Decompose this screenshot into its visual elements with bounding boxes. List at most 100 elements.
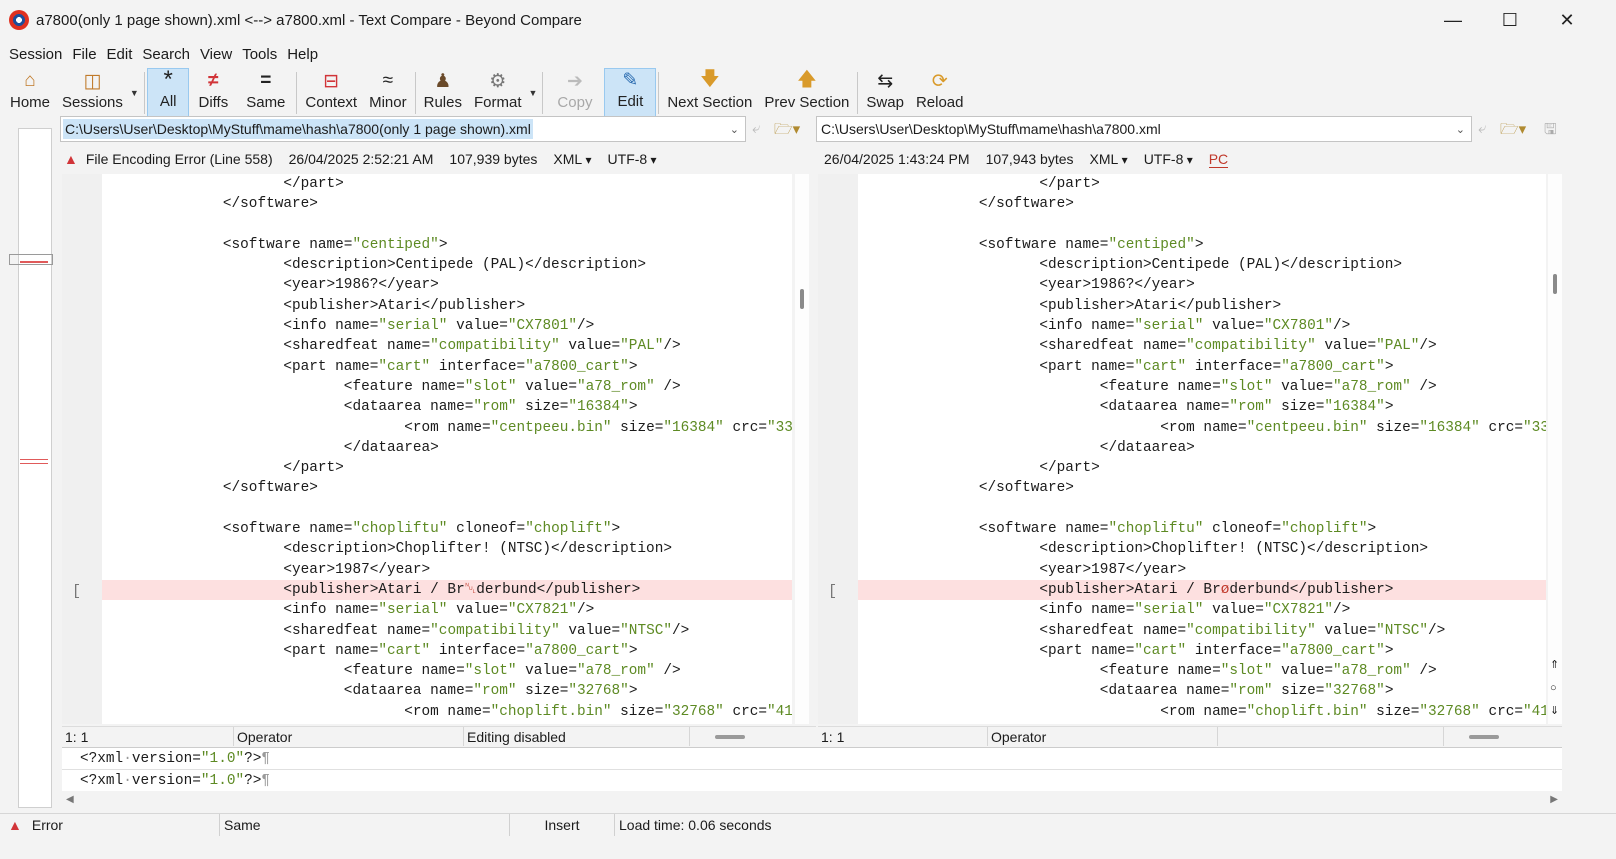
code-line[interactable]: <publisher>Atari</publisher> (858, 296, 1546, 316)
code-line[interactable] (858, 215, 1546, 235)
code-line[interactable]: <description>Centipede (PAL)</descriptio… (858, 255, 1546, 275)
menu-file[interactable]: File (67, 46, 101, 63)
open-folder-icon[interactable]: 🗁▾ (1500, 119, 1526, 144)
code-line[interactable]: <software name="centiped"> (102, 235, 792, 255)
code-line[interactable]: <rom name="choplift.bin" size="32768" cr… (102, 702, 792, 722)
encoding-error-text[interactable]: File Encoding Error (Line 558) (86, 151, 273, 167)
code-line[interactable]: <rom name="choplift.bin" size="32768" cr… (858, 702, 1546, 722)
copy-button[interactable]: ➔ Copy (545, 68, 604, 118)
next-diff-icon[interactable]: ⇓ (1550, 704, 1559, 717)
scroll-left-icon[interactable]: ◀ (66, 794, 74, 805)
overview-viewport[interactable] (9, 254, 53, 265)
code-line[interactable]: <dataarea name="rom" size="32768"> (858, 681, 1546, 701)
code-line[interactable]: <dataarea name="rom" size="16384"> (858, 397, 1546, 417)
minor-button[interactable]: ≈ Minor (363, 68, 413, 118)
scroll-thumb[interactable] (1553, 274, 1557, 294)
right-format-dropdown[interactable]: XML (1090, 151, 1128, 167)
copy-path-icon[interactable]: ⤶ (752, 120, 760, 137)
code-line[interactable]: <info name="serial" value="CX7801"/> (102, 316, 792, 336)
overview-track[interactable] (18, 128, 52, 808)
swap-button[interactable]: ⇆ Swap (860, 68, 910, 118)
thumbnail-overview[interactable] (0, 118, 60, 813)
same-filter-button[interactable]: = Same (237, 68, 294, 118)
save-icon[interactable]: 🖫 (1544, 119, 1557, 144)
code-line[interactable]: <year>1986?</year> (858, 275, 1546, 295)
code-line[interactable]: <feature name="slot" value="a78_rom" /> (102, 661, 792, 681)
code-line[interactable]: <info name="serial" value="CX7801"/> (858, 316, 1546, 336)
format-dropdown-icon[interactable]: ▼ (526, 88, 541, 98)
scroll-thumb[interactable] (800, 289, 804, 309)
code-line[interactable]: <sharedfeat name="compatibility" value="… (858, 621, 1546, 641)
code-line[interactable]: <rom name="centpeeu.bin" size="16384" cr… (102, 418, 792, 438)
code-line[interactable] (102, 215, 792, 235)
copy-path-icon[interactable]: ⤶ (1478, 120, 1486, 137)
code-line[interactable] (858, 499, 1546, 519)
chevron-down-icon[interactable]: ⌄ (730, 123, 739, 136)
code-line[interactable]: <info name="serial" value="CX7821"/> (102, 600, 792, 620)
code-line[interactable]: <part name="cart" interface="a7800_cart"… (858, 357, 1546, 377)
left-code-pane[interactable]: [ </part> </software> <software name="ce… (62, 174, 792, 724)
code-line[interactable]: <part name="cart" interface="a7800_cart"… (102, 641, 792, 661)
code-line[interactable]: </part> (858, 174, 1546, 194)
diffs-filter-button[interactable]: ≠ Diffs (189, 68, 237, 118)
minimize-button[interactable]: — (1424, 0, 1482, 40)
all-filter-button[interactable]: * All (146, 66, 190, 118)
menu-edit[interactable]: Edit (102, 46, 138, 63)
code-line[interactable]: </part> (102, 458, 792, 478)
code-line[interactable]: <software name="chopliftu" cloneof="chop… (858, 519, 1546, 539)
rules-button[interactable]: ♟ Rules (418, 68, 468, 118)
code-line[interactable]: <software name="centiped"> (858, 235, 1546, 255)
menu-view[interactable]: View (195, 46, 237, 63)
right-line-ending[interactable]: PC (1208, 151, 1229, 168)
sessions-button[interactable]: ◫ Sessions (56, 68, 129, 118)
code-line[interactable]: <dataarea name="rom" size="32768"> (102, 681, 792, 701)
code-line[interactable]: </software> (102, 478, 792, 498)
code-line[interactable]: </part> (102, 174, 792, 194)
code-line[interactable]: <year>1987</year> (102, 560, 792, 580)
code-line[interactable]: <dataarea name="rom" size="16384"> (102, 397, 792, 417)
menu-help[interactable]: Help (282, 46, 323, 63)
code-line[interactable]: <feature name="slot" value="a78_rom" /> (858, 377, 1546, 397)
home-button[interactable]: ⌂ Home (4, 68, 56, 118)
reload-button[interactable]: ⟳ Reload (910, 68, 970, 118)
left-format-dropdown[interactable]: XML (553, 151, 591, 167)
code-line[interactable]: <sharedfeat name="compatibility" value="… (102, 621, 792, 641)
code-line[interactable]: <year>1987</year> (858, 560, 1546, 580)
code-line[interactable] (102, 499, 792, 519)
code-line[interactable]: <publisher>Atari</publisher> (102, 296, 792, 316)
code-line[interactable]: <part name="cart" interface="a7800_cart"… (102, 357, 792, 377)
horizontal-scrollbar[interactable]: ◀ ▶ (62, 791, 1562, 809)
code-line[interactable]: <year>1986?</year> (102, 275, 792, 295)
menu-session[interactable]: Session (4, 46, 67, 63)
code-line[interactable]: <description>Choplifter! (NTSC)</descrip… (102, 539, 792, 559)
code-line[interactable]: <feature name="slot" value="a78_rom" /> (858, 661, 1546, 681)
code-line[interactable]: <software name="chopliftu" cloneof="chop… (102, 519, 792, 539)
code-line[interactable]: <sharedfeat name="compatibility" value="… (858, 336, 1546, 356)
sessions-dropdown-icon[interactable]: ▼ (127, 88, 142, 98)
right-hscroll[interactable] (1444, 727, 1554, 746)
right-code-lines[interactable]: </part> </software> <software name="cent… (858, 174, 1546, 722)
code-line[interactable]: <part name="cart" interface="a7800_cart"… (858, 641, 1546, 661)
next-section-button[interactable]: 🡇 Next Section (661, 68, 758, 118)
right-path-field[interactable]: C:\Users\User\Desktop\MyStuff\mame\hash\… (816, 116, 1472, 142)
code-line[interactable]: <description>Centipede (PAL)</descriptio… (102, 255, 792, 275)
open-folder-icon[interactable]: 🗁▾ (774, 119, 800, 144)
edit-button[interactable]: ✎ Edit (604, 68, 657, 118)
code-line[interactable]: </software> (858, 194, 1546, 214)
code-line[interactable]: </dataarea> (102, 438, 792, 458)
code-line[interactable]: </software> (858, 478, 1546, 498)
code-line[interactable]: </software> (102, 194, 792, 214)
code-line[interactable]: <feature name="slot" value="a78_rom" /> (102, 377, 792, 397)
context-button[interactable]: ⊟ Context (299, 68, 363, 118)
scroll-right-icon[interactable]: ▶ (1550, 794, 1558, 805)
code-line[interactable]: <sharedfeat name="compatibility" value="… (102, 336, 792, 356)
left-code-lines[interactable]: </part> </software> <software name="cent… (102, 174, 792, 722)
right-code-pane[interactable]: [ </part> </software> <software name="ce… (818, 174, 1546, 724)
code-line[interactable]: </dataarea> (858, 438, 1546, 458)
prev-section-button[interactable]: 🡅 Prev Section (758, 68, 855, 118)
format-button[interactable]: ⚙ Format (468, 68, 528, 118)
menu-tools[interactable]: Tools (237, 46, 282, 63)
line-compare-pane[interactable]: <?xml·version="1.0"?>¶ <?xml·version="1.… (62, 747, 1562, 791)
left-hscroll[interactable] (690, 727, 800, 746)
code-line[interactable]: <description>Choplifter! (NTSC)</descrip… (858, 539, 1546, 559)
